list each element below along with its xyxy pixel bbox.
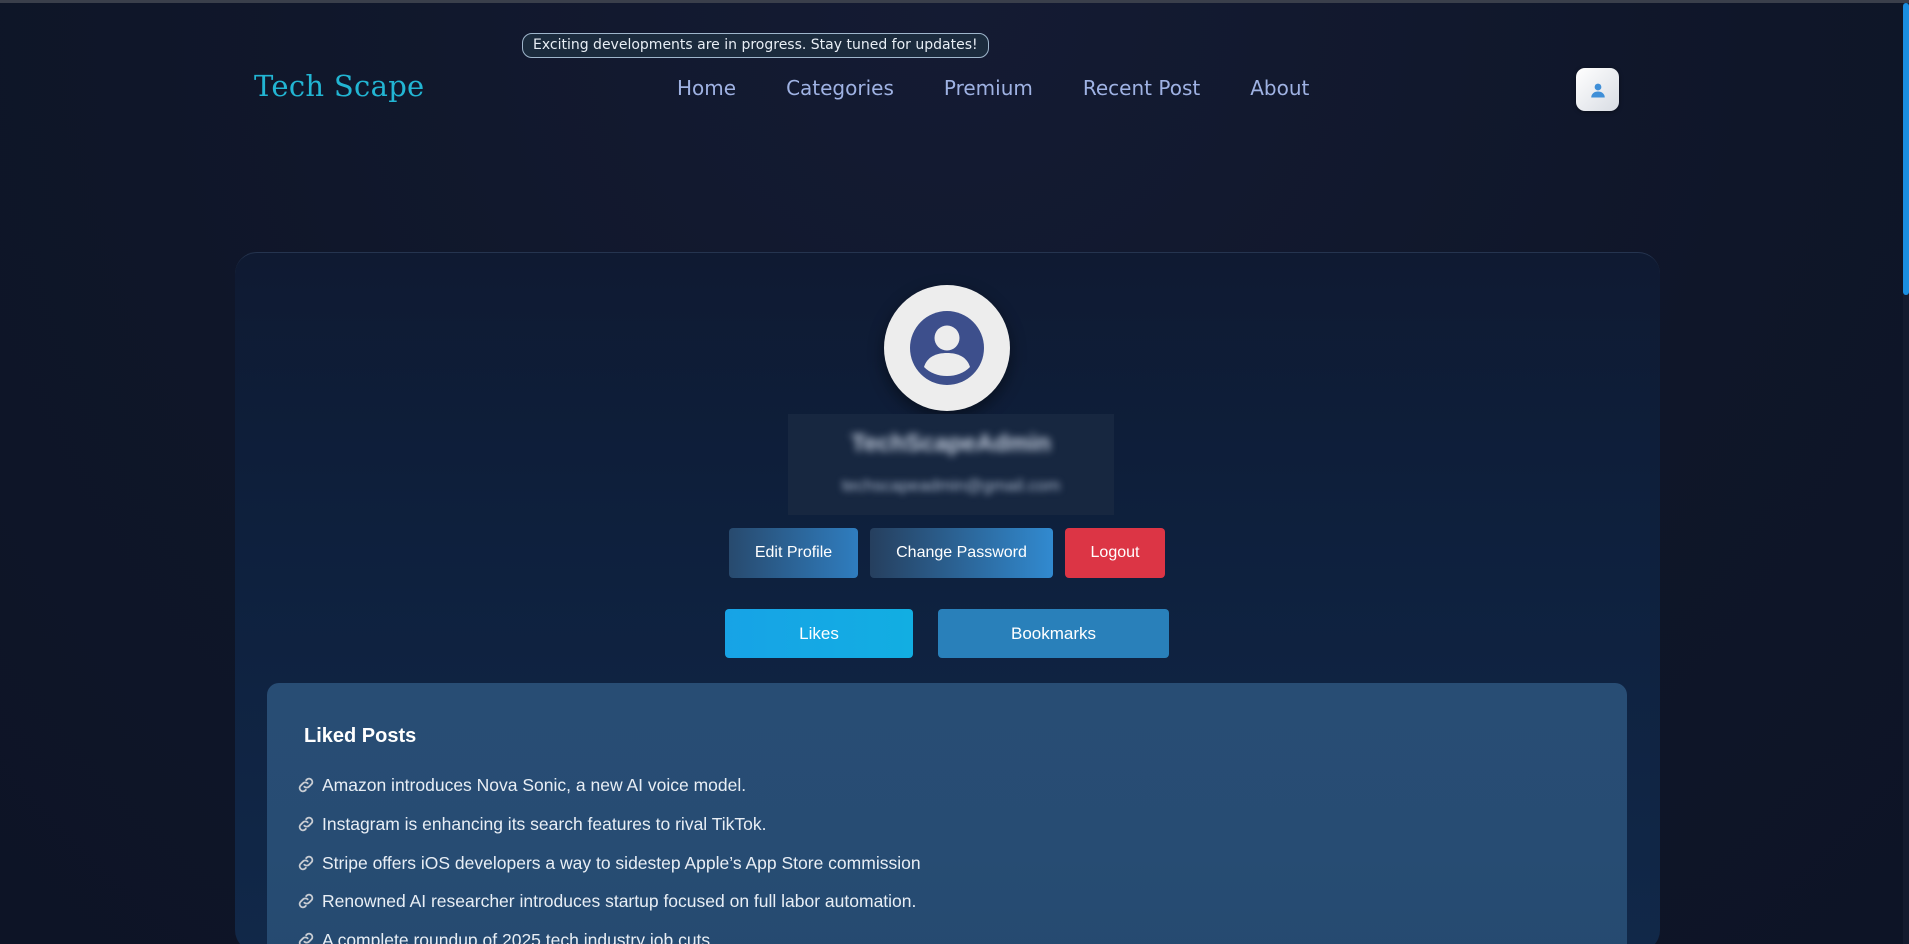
username: TechScapeAdmin (851, 430, 1051, 457)
logout-button[interactable]: Logout (1065, 528, 1165, 578)
tab-bookmarks[interactable]: Bookmarks (938, 609, 1169, 658)
liked-post-title[interactable]: Stripe offers iOS developers a way to si… (322, 853, 921, 874)
browser-top-border (0, 0, 1909, 3)
link-icon (296, 775, 316, 795)
scrollbar-thumb[interactable] (1903, 3, 1909, 295)
link-icon (296, 891, 316, 911)
announcement-banner: Exciting developments are in progress. S… (522, 33, 989, 58)
edit-profile-button[interactable]: Edit Profile (729, 528, 858, 578)
tab-likes[interactable]: Likes (725, 609, 913, 658)
liked-post-item[interactable]: A complete roundup of 2025 tech industry… (296, 928, 710, 944)
user-identity: TechScapeAdmin techscapeadmin@gmail.com (788, 414, 1114, 515)
main-nav: Home Categories Premium Recent Post Abou… (677, 76, 1309, 100)
nav-categories[interactable]: Categories (786, 76, 894, 100)
liked-post-item[interactable]: Renowned AI researcher introduces startu… (296, 889, 916, 913)
liked-post-title[interactable]: Renowned AI researcher introduces startu… (322, 891, 916, 912)
liked-post-title[interactable]: Instagram is enhancing its search featur… (322, 814, 767, 835)
user-email: techscapeadmin@gmail.com (841, 476, 1061, 495)
liked-post-item[interactable]: Stripe offers iOS developers a way to si… (296, 851, 921, 875)
nav-home[interactable]: Home (677, 76, 736, 100)
nav-premium[interactable]: Premium (944, 76, 1033, 100)
nav-about[interactable]: About (1250, 76, 1309, 100)
liked-post-title[interactable]: Amazon introduces Nova Sonic, a new AI v… (322, 775, 746, 796)
profile-avatar (884, 285, 1010, 411)
user-menu-button[interactable] (1576, 68, 1619, 111)
user-circle-icon (910, 311, 984, 385)
link-icon (296, 853, 316, 873)
liked-post-item[interactable]: Instagram is enhancing its search featur… (296, 812, 767, 836)
page: Exciting developments are in progress. S… (0, 0, 1909, 944)
liked-post-title[interactable]: A complete roundup of 2025 tech industry… (322, 930, 710, 944)
site-logo[interactable]: Tech Scape (254, 69, 425, 103)
link-icon (296, 814, 316, 834)
user-icon (1590, 83, 1605, 97)
nav-recent-post[interactable]: Recent Post (1083, 76, 1200, 100)
liked-posts-title: Liked Posts (304, 725, 417, 747)
liked-post-item[interactable]: Amazon introduces Nova Sonic, a new AI v… (296, 773, 746, 797)
change-password-button[interactable]: Change Password (870, 528, 1053, 578)
link-icon (296, 930, 316, 944)
